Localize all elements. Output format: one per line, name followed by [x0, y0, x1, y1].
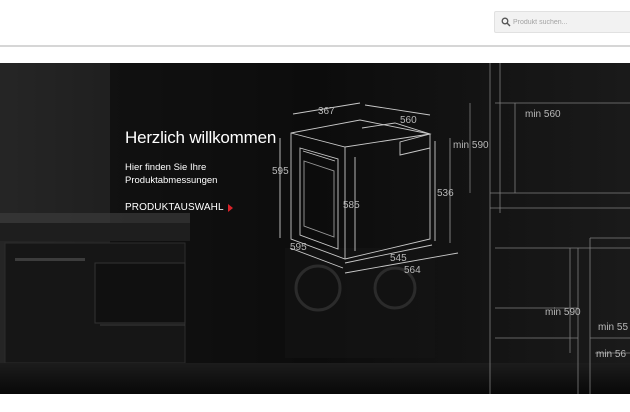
- hero-subtitle: Hier finden Sie Ihre Produktabmessungen: [125, 162, 218, 186]
- dim-oven-front-width: 595: [290, 242, 307, 253]
- dim-oven-bottom-width: 564: [404, 265, 421, 276]
- hero-title: Herzlich willkommen: [125, 128, 277, 147]
- dim-niche-bottom-height: min 590: [545, 307, 581, 318]
- hero-text-block: Herzlich willkommen Hier finden Sie Ihre…: [125, 128, 285, 215]
- dim-oven-top-depth: 367: [318, 106, 335, 117]
- product-selection-label: PRODUKTAUSWAHL: [125, 202, 224, 213]
- footer-strip: [0, 394, 630, 412]
- product-selection-link[interactable]: PRODUKTAUSWAHL: [125, 202, 233, 213]
- dim-niche-bottom-width-1: min 55: [598, 322, 628, 333]
- search-box[interactable]: [494, 11, 630, 33]
- header: [0, 0, 630, 45]
- dim-niche-top-width: min 560: [525, 109, 561, 120]
- dim-oven-top-width: 560: [400, 115, 417, 126]
- hero-banner: 367 560 595 585 536 595 545 564 min 560 …: [0, 63, 630, 394]
- hero-kitchen-illustration: 367 560 595 585 536 595 545 564 min 560 …: [0, 63, 630, 394]
- search-input[interactable]: [513, 14, 625, 30]
- dim-oven-inner-height: 585: [343, 200, 360, 211]
- dim-oven-right-height: 536: [437, 188, 454, 199]
- dim-oven-bottom-depth: 545: [390, 253, 407, 264]
- dim-niche-top-height: min 590: [453, 140, 489, 151]
- arrow-right-icon: [227, 203, 233, 212]
- search-icon: [501, 17, 511, 27]
- header-divider: [0, 45, 630, 47]
- dim-niche-bottom-width-2: min 56: [596, 349, 626, 360]
